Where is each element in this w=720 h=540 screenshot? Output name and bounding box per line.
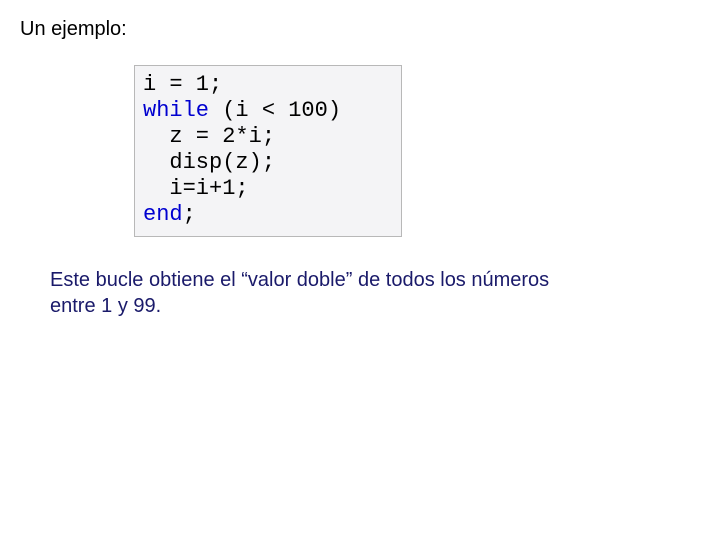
code-block: i = 1; while (i < 100) z = 2*i; disp(z);… — [134, 65, 402, 237]
code-line-6-rest: ; — [183, 202, 196, 227]
heading-text: Un ejemplo: — [20, 18, 700, 41]
code-line-4: disp(z); — [143, 150, 275, 175]
code-line-5: i=i+1; — [143, 176, 249, 201]
slide-page: Un ejemplo: i = 1; while (i < 100) z = 2… — [0, 0, 720, 540]
code-line-3: z = 2*i; — [143, 124, 275, 149]
keyword-end: end — [143, 202, 183, 227]
code-content: i = 1; while (i < 100) z = 2*i; disp(z);… — [143, 72, 387, 228]
keyword-while: while — [143, 98, 209, 123]
code-line-1: i = 1; — [143, 72, 222, 97]
caption-text: Este bucle obtiene el “valor doble” de t… — [50, 267, 590, 319]
code-line-2-rest: (i < 100) — [209, 98, 341, 123]
